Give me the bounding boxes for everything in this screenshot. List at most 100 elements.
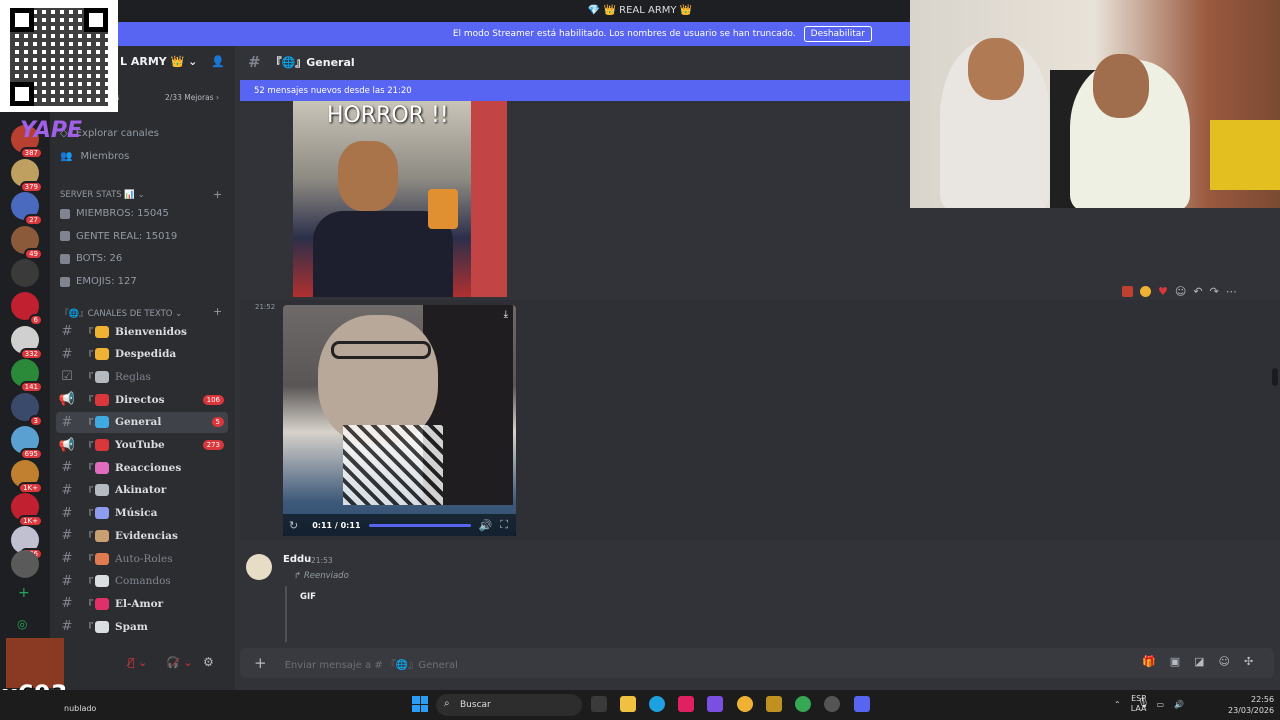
reply-icon[interactable]: ↶ (1193, 285, 1202, 298)
chrome-profile-icon[interactable] (795, 696, 811, 712)
task-view-icon[interactable] (591, 696, 607, 712)
channel-name: Reacciones (115, 461, 182, 474)
message-actions-toolbar: ♥ ☺ ↶ ↷ ⋯ (1122, 285, 1237, 298)
server-icon[interactable]: 1K+ (11, 460, 43, 494)
message-composer[interactable]: + Enviar mensaje a # 『🌐』General (240, 648, 1274, 678)
scrollbar[interactable] (1272, 368, 1278, 386)
forward-icon[interactable]: ↷ (1210, 285, 1219, 298)
stat-channel[interactable]: BOTS: 26 (60, 253, 122, 264)
channel-youtube[interactable]: 📢 『 YouTube 273 (56, 435, 228, 456)
invite-user-icon[interactable]: 👤 (211, 55, 225, 68)
settings-gear-icon[interactable]: ⚙ (203, 655, 214, 669)
discover-icon[interactable]: ◎ (17, 617, 27, 631)
taskbar-search[interactable]: ⌕ Buscar (436, 694, 582, 716)
add-server-icon[interactable]: + (18, 585, 30, 601)
channel-evidencias[interactable]: # 『 Evidencias (56, 525, 228, 546)
apps-icon[interactable]: ✣ (1244, 655, 1253, 668)
server-icon[interactable]: 141 (11, 359, 43, 393)
disable-streamer-mode-button[interactable]: Deshabilitar (803, 26, 872, 42)
github-icon[interactable] (824, 696, 840, 712)
edge-icon[interactable] (649, 696, 665, 712)
mute-icon[interactable]: 🎙̸ ⌄ (128, 656, 147, 669)
channel-general[interactable]: # 『 General 5 (56, 411, 228, 433)
volume-icon[interactable]: 🔊 (479, 519, 493, 532)
server-icon[interactable] (11, 259, 39, 287)
channel-despedida[interactable]: # 『 Despedida (56, 344, 228, 365)
discord-icon[interactable] (854, 696, 870, 712)
new-messages-bar[interactable]: 52 mensajes nuevos desde las 21:20 (240, 80, 910, 101)
channel-reglas[interactable]: ☑ 『 Reglas (56, 366, 228, 387)
channel-spam[interactable]: # 『 Spam (56, 616, 228, 637)
hash-icon: # (61, 414, 73, 430)
stat-channel[interactable]: GENTE REAL: 15019 (60, 231, 177, 242)
fullscreen-icon[interactable]: ⛶ (500, 518, 508, 532)
server-icon[interactable]: 1K+ (11, 493, 43, 527)
server-icon[interactable]: 3 (11, 393, 43, 427)
stat-channel[interactable]: MIEMBROS: 15045 (60, 208, 169, 219)
channel-el-amor[interactable]: # 『 El-Amor (56, 593, 228, 614)
members-link[interactable]: 👥 Miembros (60, 151, 129, 162)
server-icon[interactable]: 49 (11, 226, 43, 260)
message-time: 21:53 (311, 556, 333, 565)
channel-bienvenidos[interactable]: # 『 Bienvenidos (56, 321, 228, 342)
channel-emoji-icon (95, 393, 110, 406)
gift-icon[interactable]: 🎁 (1142, 655, 1156, 668)
channel-directos[interactable]: 📢 『 Directos 106 (56, 389, 228, 410)
download-icon[interactable]: ⤓ (504, 309, 508, 320)
channel-emoji-icon (95, 529, 110, 542)
reaction-emoji-2[interactable] (1140, 286, 1151, 297)
server-name[interactable]: L ARMY 👑 ⌄ (120, 55, 197, 68)
start-tile-1 (412, 696, 420, 704)
store-icon[interactable] (678, 696, 694, 712)
chevron-up-icon[interactable]: ⌃ (1114, 700, 1121, 709)
copilot-icon[interactable] (707, 696, 723, 712)
server-icon[interactable]: 27 (11, 192, 43, 226)
server-stats-category[interactable]: SERVER STATS 📊 ⌄ (60, 190, 145, 200)
channel-akinator[interactable]: # 『 Akinator (56, 480, 228, 501)
channel-bracket: 『 (84, 509, 94, 520)
add-attachment-icon[interactable]: + (254, 654, 267, 672)
heart-reaction-icon[interactable]: ♥ (1158, 285, 1168, 298)
message-author[interactable]: Eddu (283, 554, 311, 565)
emoji-icon[interactable]: ☺ (1219, 655, 1230, 668)
video-attachment[interactable]: ⤓ (283, 305, 516, 536)
server-icon[interactable]: 379 (11, 159, 43, 193)
stat-channel[interactable]: EMOJIS: 127 (60, 276, 137, 287)
boost-progress[interactable]: 2/33 Mejoras › (165, 93, 219, 102)
speaker-icon[interactable]: 🔊 (1174, 700, 1184, 709)
add-text-channel-icon[interactable]: + (213, 305, 222, 318)
channel-header-title: 『🌐』General (270, 56, 355, 69)
weather-widget[interactable]: nublado (64, 704, 96, 713)
file-explorer-icon[interactable] (620, 696, 636, 712)
server-icon[interactable]: 332 (11, 326, 43, 360)
taskbar-clock[interactable]: 22:56 23/03/2026 (1228, 694, 1274, 716)
sticker-icon[interactable]: ◪ (1194, 655, 1204, 668)
app-w-icon[interactable] (766, 696, 782, 712)
video-progress-bar[interactable] (368, 523, 471, 527)
boost-count: 2/33 Mejoras (165, 93, 214, 102)
channel-name: General (115, 416, 162, 429)
gif-embed[interactable]: HORROR !! (293, 101, 507, 297)
server-mention-badge: 141 (19, 381, 43, 393)
server-icon[interactable] (11, 550, 39, 578)
deafen-icon[interactable]: 🎧̸ ⌄ (166, 656, 192, 669)
replay-icon[interactable]: ↻ (289, 519, 298, 532)
channel-música[interactable]: # 『 Música (56, 503, 228, 524)
display-icon[interactable]: ▭ (1157, 700, 1165, 709)
server-icon[interactable]: 695 (11, 426, 43, 460)
reaction-emoji-1[interactable] (1122, 286, 1133, 297)
microphone-icon[interactable]: 🎙 (1137, 698, 1150, 709)
more-options-icon[interactable]: ⋯ (1226, 285, 1237, 298)
channel-reacciones[interactable]: # 『 Reacciones (56, 457, 228, 478)
channel-comandos[interactable]: # 『 Comandos (56, 571, 228, 592)
text-channels-category[interactable]: 『🌐』CANALES DE TEXTO ⌄ (60, 307, 182, 319)
add-channel-icon[interactable]: + (213, 188, 222, 201)
chrome-icon[interactable] (737, 696, 753, 712)
channel-emoji-icon (95, 552, 110, 565)
gif-icon[interactable]: ▣ (1170, 655, 1180, 668)
windows-start-icon[interactable] (412, 696, 428, 712)
add-reaction-icon[interactable]: ☺ (1175, 285, 1186, 298)
avatar[interactable] (246, 554, 272, 580)
channel-auto-roles[interactable]: # 『 Auto-Roles (56, 548, 228, 569)
server-icon[interactable]: 6 (11, 292, 43, 326)
